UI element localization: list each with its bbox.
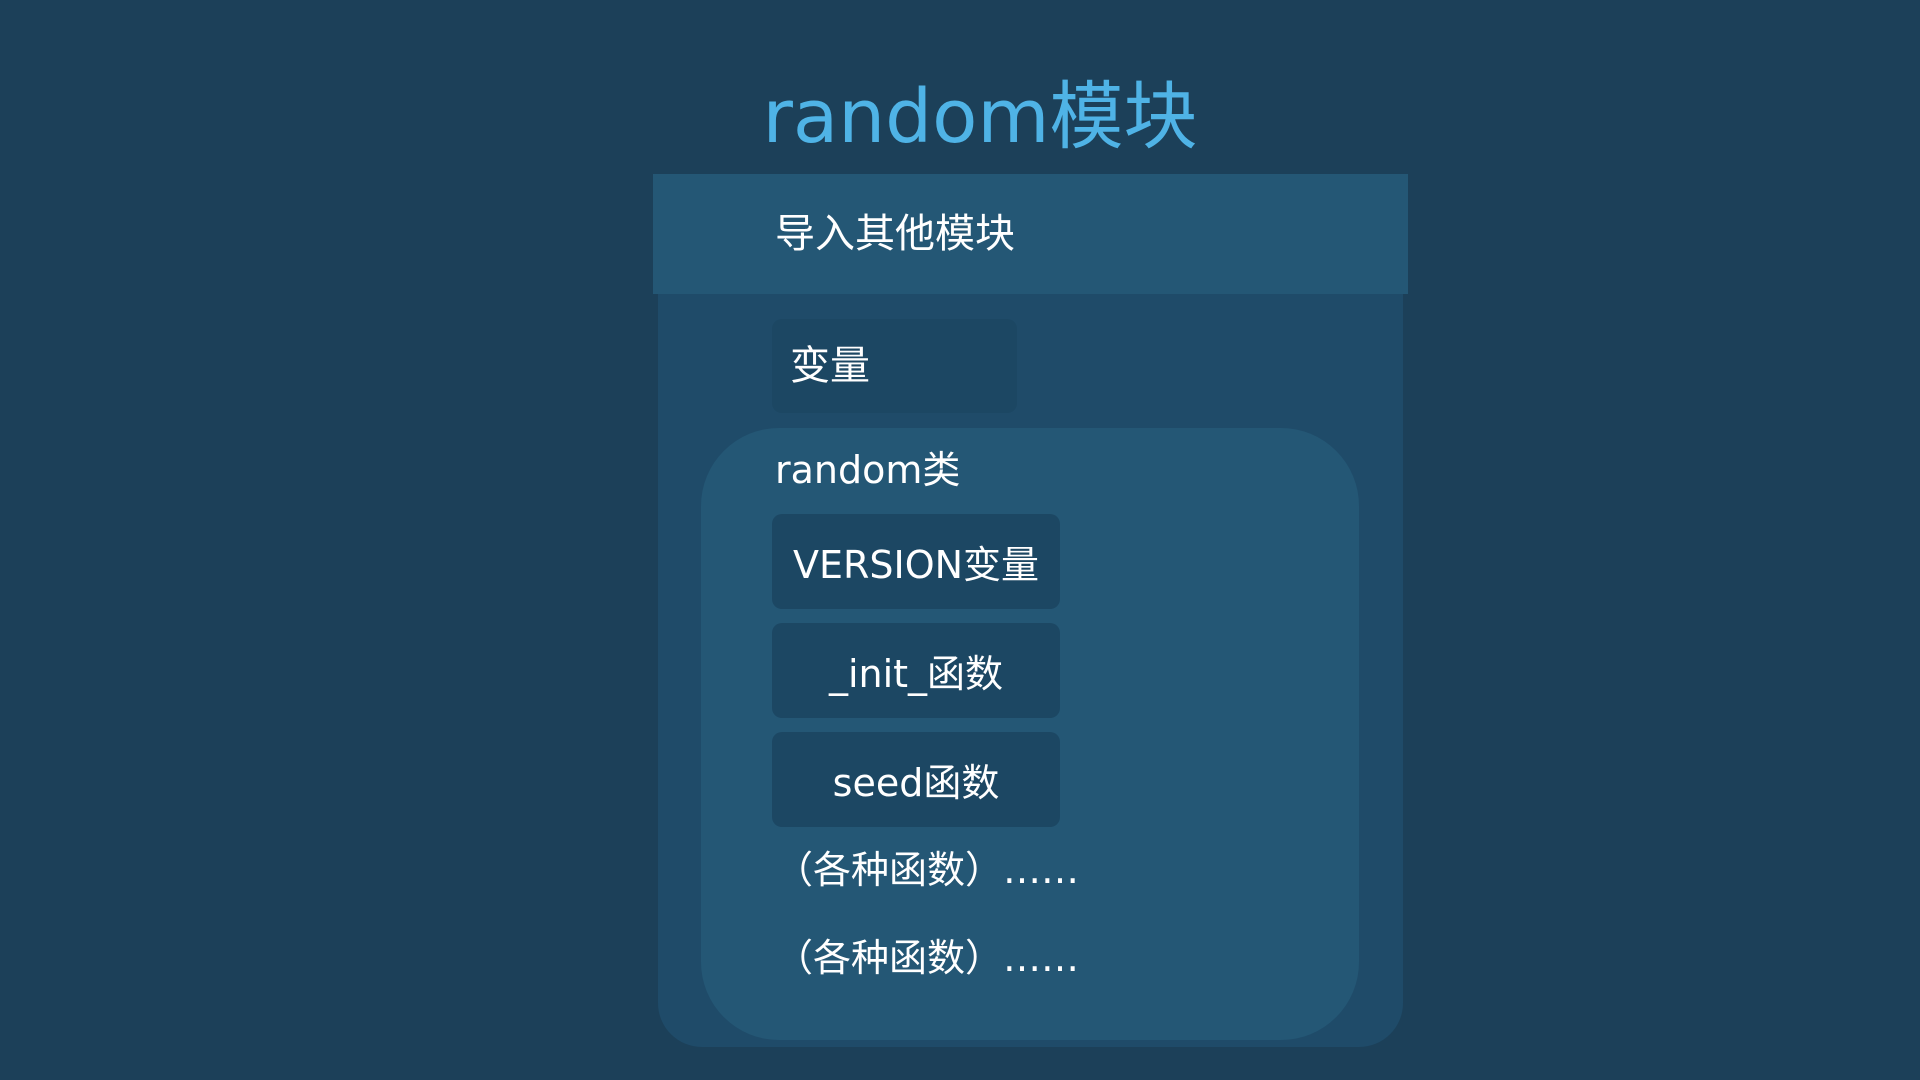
more-functions-label: （各种函数）……	[775, 936, 1080, 980]
variables-label: 变量	[790, 343, 870, 389]
import-label: 导入其他模块	[775, 211, 1015, 257]
class-member-label: _init_函数	[828, 652, 1004, 696]
class-member-label: seed函数	[832, 761, 1000, 805]
class-member-init: _init_函数	[772, 623, 1060, 718]
more-functions-label: （各种函数）……	[775, 848, 1080, 892]
class-member-label: VERSION变量	[792, 543, 1040, 587]
class-member-seed: seed函数	[772, 732, 1060, 827]
import-section	[653, 174, 1408, 294]
diagram-title: random模块	[762, 74, 1198, 160]
class-label: random类	[775, 448, 961, 492]
class-member-version: VERSION变量	[772, 514, 1060, 609]
